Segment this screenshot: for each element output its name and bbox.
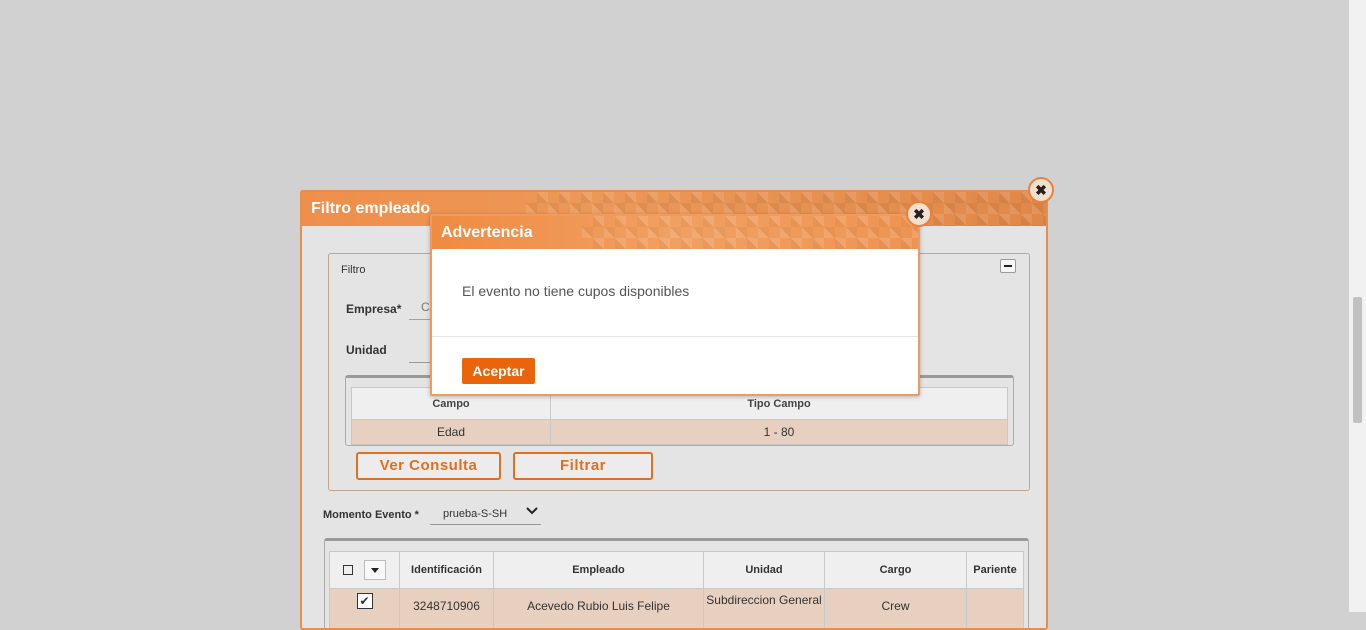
unidad-label: Unidad bbox=[346, 343, 387, 357]
row-checkbox-cell: ✔ bbox=[330, 589, 400, 630]
col-pariente: Pariente bbox=[967, 552, 1024, 589]
col-cargo: Cargo bbox=[825, 552, 967, 589]
advertencia-modal: Advertencia El evento no tiene cupos dis… bbox=[430, 214, 920, 396]
col-unidad: Unidad bbox=[704, 552, 825, 589]
scrollbar-thumb[interactable] bbox=[1353, 297, 1362, 423]
employee-table: Identificación Empleado Unidad Cargo Par… bbox=[329, 551, 1024, 630]
cell-empleado: Acevedo Rubio Luis Felipe bbox=[494, 589, 704, 630]
modal-title: Advertencia bbox=[441, 224, 533, 241]
chevron-down-icon bbox=[526, 506, 538, 519]
modal-message: El evento no tiene cupos disponibles bbox=[462, 283, 689, 299]
col-empleado: Empleado bbox=[494, 552, 704, 589]
col-identificacion: Identificación bbox=[400, 552, 494, 589]
select-all-checkbox[interactable] bbox=[343, 565, 353, 575]
momento-evento-label: Momento Evento * bbox=[323, 509, 419, 521]
cell-pariente bbox=[967, 589, 1024, 630]
table-row[interactable]: ✔ 3248710906 Acevedo Rubio Luis Felipe S… bbox=[330, 589, 1024, 630]
modal-header: Advertencia bbox=[432, 216, 918, 249]
modal-close-icon[interactable]: ✖ bbox=[906, 201, 932, 227]
momento-evento-value: prueba-S-SH bbox=[443, 508, 507, 520]
unidad-select[interactable] bbox=[409, 346, 431, 363]
cell-cargo: Crew bbox=[825, 589, 967, 630]
page-scrollbar[interactable] bbox=[1349, 0, 1366, 612]
collapse-icon[interactable] bbox=[1000, 259, 1016, 273]
header-pattern bbox=[582, 216, 918, 249]
empresa-label: Empresa* bbox=[346, 302, 401, 316]
select-dropdown-icon[interactable] bbox=[364, 560, 386, 580]
aceptar-button[interactable]: Aceptar bbox=[462, 358, 535, 384]
ver-consulta-button[interactable]: Ver Consulta bbox=[356, 452, 501, 480]
cell-tipo-campo: 1 - 80 bbox=[551, 420, 1008, 445]
filtrar-button[interactable]: Filtrar bbox=[513, 452, 653, 480]
filter-legend: Filtro bbox=[341, 264, 365, 276]
cell-campo: Edad bbox=[352, 420, 551, 445]
table-row[interactable]: Edad 1 - 80 bbox=[352, 420, 1008, 445]
dialog-title: Filtro empleado bbox=[311, 200, 430, 217]
employee-panel: Identificación Empleado Unidad Cargo Par… bbox=[324, 538, 1029, 630]
select-column-header bbox=[330, 552, 400, 589]
cell-identificacion: 3248710906 bbox=[400, 589, 494, 630]
cell-unidad: Subdireccion General bbox=[704, 589, 825, 630]
close-icon[interactable]: ✖ bbox=[1028, 177, 1054, 203]
momento-evento-select[interactable]: prueba-S-SH bbox=[430, 501, 541, 525]
row-checkbox[interactable]: ✔ bbox=[357, 593, 373, 609]
modal-divider bbox=[432, 336, 918, 337]
